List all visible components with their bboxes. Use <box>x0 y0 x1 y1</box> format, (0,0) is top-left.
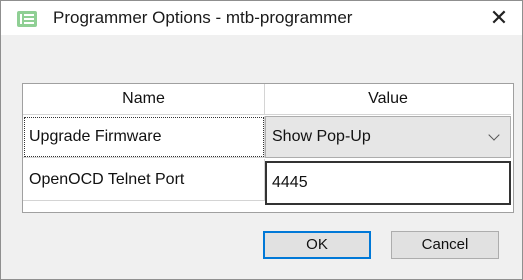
cancel-button[interactable]: Cancel <box>391 231 499 259</box>
column-header-value[interactable]: Value <box>265 84 511 115</box>
column-header-name[interactable]: Name <box>23 84 265 115</box>
chevron-down-icon[interactable] <box>488 129 500 141</box>
row-name-upgrade-firmware[interactable]: Upgrade Firmware <box>23 116 265 158</box>
row-name-openocd-telnet-port[interactable]: OpenOCD Telnet Port <box>23 159 265 201</box>
app-icon <box>17 11 37 27</box>
close-icon[interactable]: ✕ <box>476 1 522 35</box>
ok-button[interactable]: OK <box>263 231 371 259</box>
title-bar: Programmer Options - mtb-programmer ✕ <box>1 1 522 35</box>
upgrade-firmware-select[interactable]: Show Pop-Up <box>265 116 511 158</box>
telnet-port-input[interactable]: 4445 <box>265 161 511 205</box>
select-value: Show Pop-Up <box>272 128 371 145</box>
input-value: 4445 <box>272 174 308 191</box>
window-title: Programmer Options - mtb-programmer <box>53 8 353 27</box>
